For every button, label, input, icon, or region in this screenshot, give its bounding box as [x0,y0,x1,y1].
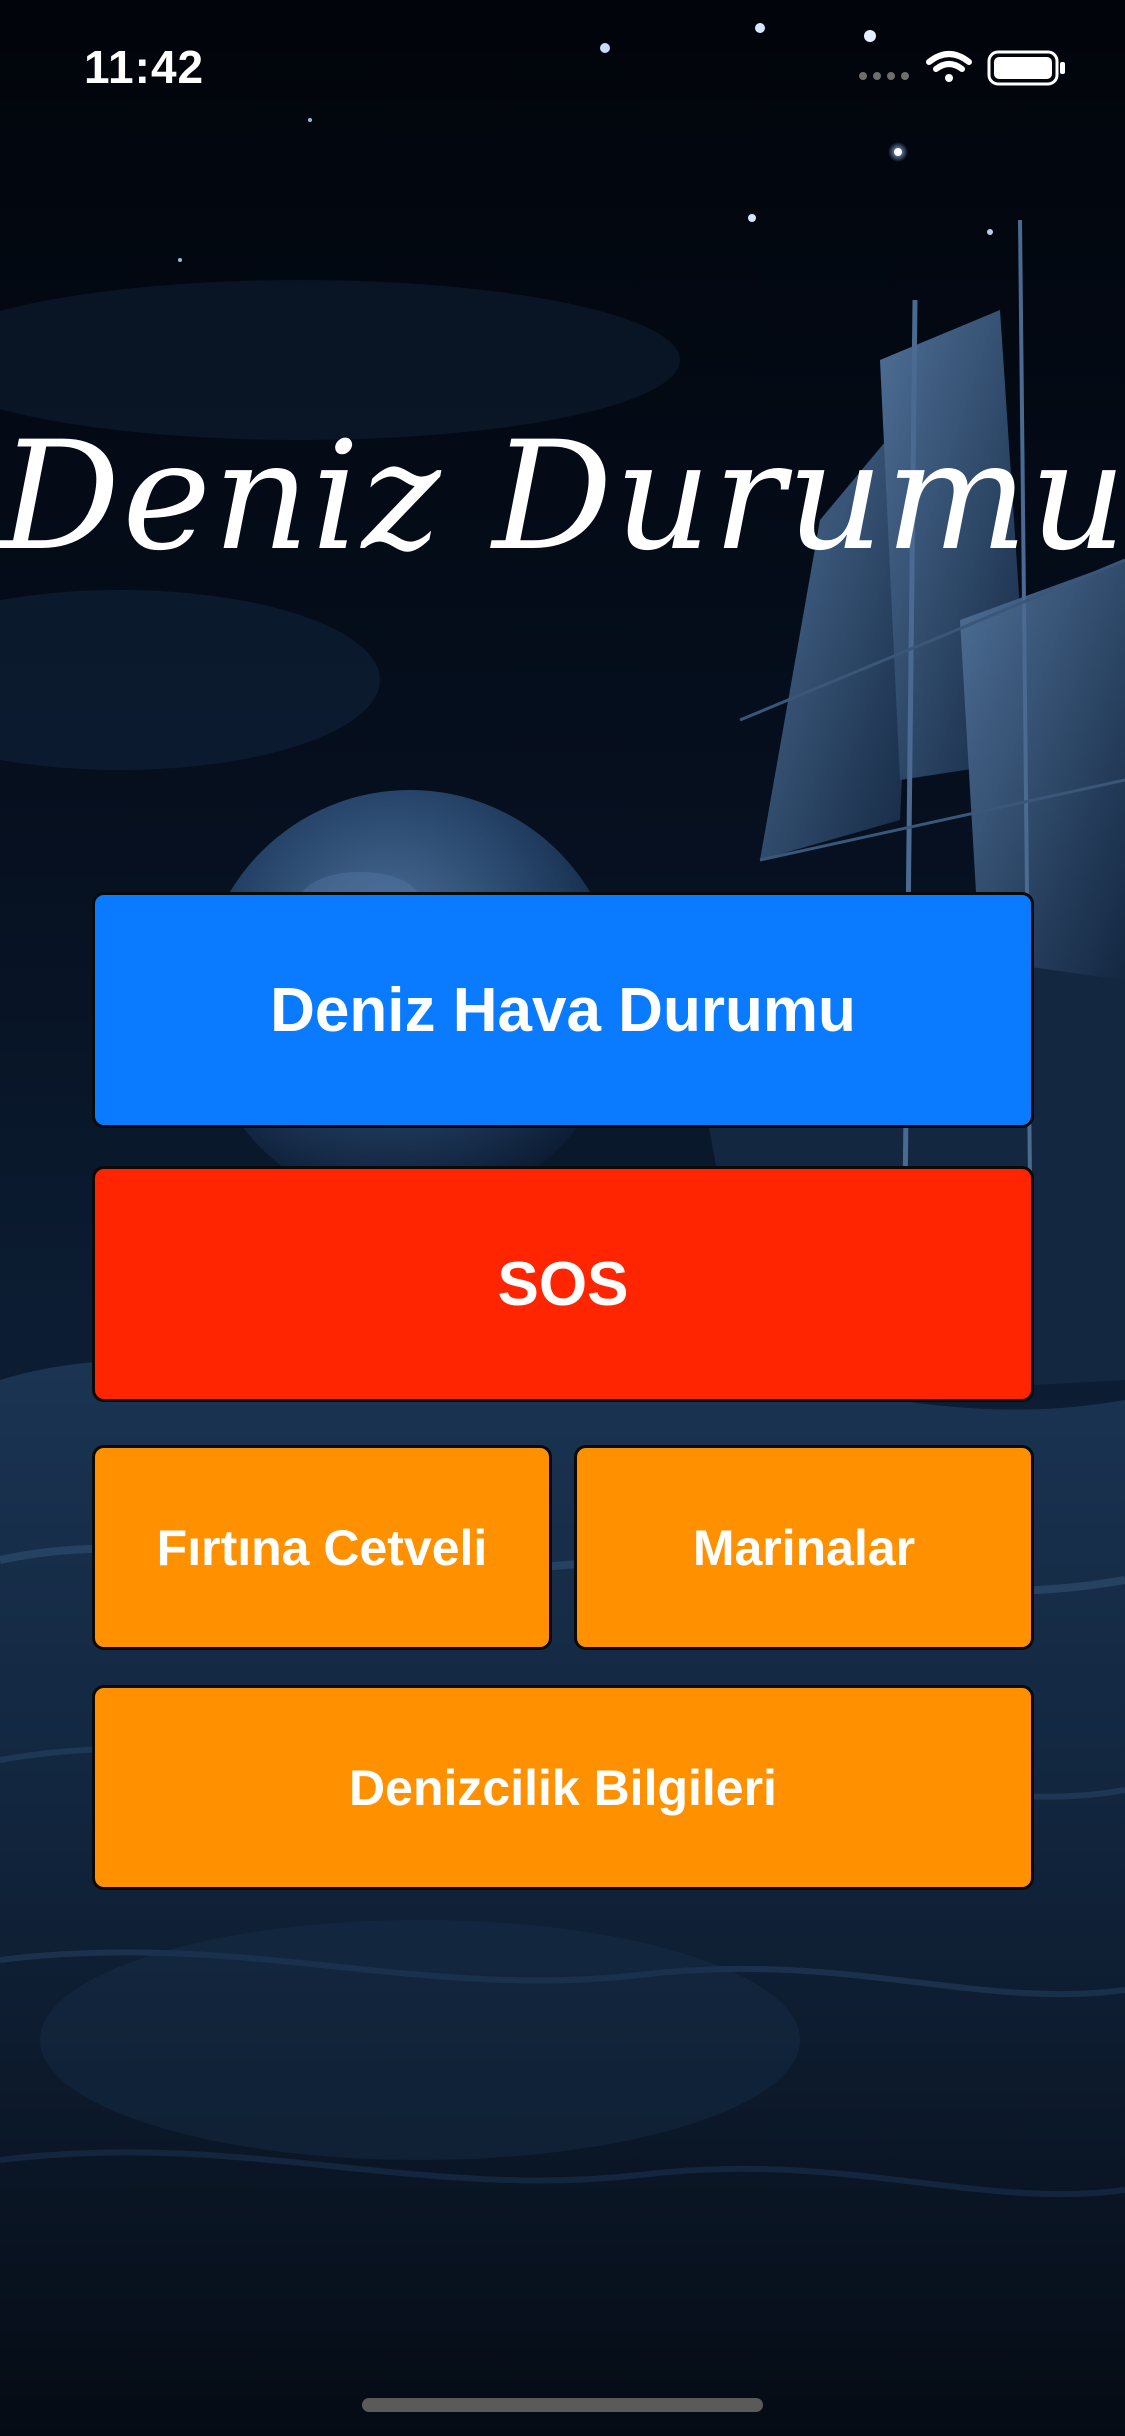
sea-weather-button-label: Deniz Hava Durumu [270,975,856,1045]
maritime-info-button[interactable]: Denizcilik Bilgileri [92,1685,1034,1890]
maritime-info-button-label: Denizcilik Bilgileri [349,1759,777,1816]
sea-weather-button[interactable]: Deniz Hava Durumu [92,892,1034,1128]
marinas-button[interactable]: Marinalar [574,1445,1034,1650]
app-title: Deniz Durumu [0,410,1125,584]
app-screen: 11:42 Deniz Durumu Deniz Hava Durumu SOS… [0,0,1125,2436]
home-indicator[interactable] [362,2398,763,2412]
battery-icon [987,50,1065,86]
sos-button[interactable]: SOS [92,1166,1034,1402]
storm-scale-button[interactable]: Fırtına Cetveli [92,1445,552,1650]
storm-scale-button-label: Fırtına Cetveli [156,1519,488,1576]
signal-dots-icon [859,72,909,80]
wifi-icon [926,51,972,82]
marinas-button-label: Marinalar [692,1519,916,1576]
sos-button-label: SOS [497,1249,629,1319]
status-icons [859,50,1065,86]
status-time: 11:42 [84,41,205,93]
